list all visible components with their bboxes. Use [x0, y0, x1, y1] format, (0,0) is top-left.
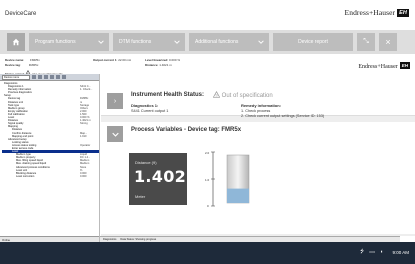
program-functions-menu[interactable]: Program functions	[29, 33, 109, 51]
output-current-field: Output current 1: 22.00 mA	[93, 58, 132, 62]
chevron-down-icon	[111, 132, 119, 137]
chevron-right-icon: ›	[113, 97, 117, 105]
output-current-label: Output current 1	[93, 58, 117, 62]
toolbar-icon[interactable]	[50, 75, 54, 79]
health-status-value: S Out of specification	[213, 91, 273, 99]
tree-item-label: Level correction	[16, 174, 35, 178]
remedy-step-2: 2. Check current output settings (Servic…	[241, 114, 325, 118]
tank-level-graphic	[226, 154, 250, 204]
menu-selector[interactable]: Device menu	[2, 74, 30, 80]
brand-name: Endress+Hauser	[344, 8, 396, 17]
app-title: DeviceCare	[5, 11, 37, 17]
home-icon	[12, 38, 20, 46]
close-button[interactable]: ×	[379, 33, 397, 51]
distance-value: 1.4021 m	[159, 63, 172, 67]
device-name-field: Device name: FMR5x	[5, 58, 40, 62]
distance-tile: Distance (9) 1.4021 Meter	[129, 153, 197, 205]
diagnostics-value: S441 Current output 1	[131, 109, 169, 113]
system-taskbar: ⭍ ▭ ◖ 9:00 AM	[0, 242, 415, 264]
tree-item[interactable]: Level correction 0.000	[2, 175, 99, 178]
gauge-mid-label: 1.0	[205, 178, 210, 182]
process-variables-title: Process Variables - Device tag: FMR5x	[131, 127, 242, 133]
level-linearized-field: Level linearized: 0.000 %	[145, 58, 181, 62]
tile-unit: Meter	[135, 194, 146, 199]
toolbar-icon[interactable]	[38, 75, 42, 79]
collapse-process-button[interactable]	[107, 126, 123, 142]
remedy-step-1: 1. Check process	[241, 109, 271, 113]
additional-functions-label: Additional functions	[195, 39, 239, 45]
data-status-text: Data Status: Showing progress	[120, 238, 157, 241]
toolbar-icon[interactable]	[56, 75, 60, 79]
parameter-tree: Diagnostics Diagnostics 1 S441 C... Remedy …	[0, 81, 99, 178]
dtm-functions-label: DTM functions	[119, 39, 152, 45]
expand-button[interactable]: ⤡	[357, 33, 375, 51]
expand-icon: ⤡	[363, 38, 369, 45]
warning-triangle-icon: S	[213, 91, 220, 98]
menu-bar: Program functions DTM functions Addition…	[0, 30, 415, 54]
tile-value: 1.4021	[134, 167, 198, 186]
level-gauge: 2.0 1.0 0	[205, 151, 215, 208]
device-tag-field: Device tag: FMR5x	[5, 63, 39, 67]
device-report-button[interactable]: Device report	[273, 33, 353, 51]
distance-label: Distance	[145, 63, 158, 67]
tank-fill	[227, 188, 249, 203]
brand-mark: EH	[399, 62, 410, 69]
tray-icons: ⭍ ▭ ◖	[360, 249, 385, 257]
toolbar-icon[interactable]	[62, 75, 66, 79]
main-content: › Instrument Health Status: S Out of spe…	[101, 88, 415, 236]
level-linearized-label: Level linearized	[145, 58, 168, 62]
panel-toolbar: Device menu	[0, 74, 99, 81]
gauge-max-label: 2.0	[205, 151, 210, 155]
program-functions-label: Program functions	[35, 39, 76, 45]
battery-icon[interactable]: ▭	[370, 249, 377, 255]
chevron-down-icon	[258, 40, 264, 44]
process-variables-section: Process Variables - Device tag: FMR5x Di…	[101, 122, 415, 234]
gauge-min-label: 0	[207, 204, 209, 208]
health-status-section: › Instrument Health Status: S Out of spe…	[101, 88, 415, 118]
tree-item-value: 0.000	[80, 174, 87, 178]
device-tag-value: FMR5x	[28, 63, 39, 67]
volume-icon[interactable]: ◖	[380, 249, 385, 255]
clock: 9:00 AM	[392, 250, 409, 255]
brand-name: Endress+Hauser	[358, 64, 398, 70]
device-name-label: Device name	[5, 58, 24, 62]
expand-health-button[interactable]: ›	[107, 93, 123, 109]
device-report-label: Device report	[298, 39, 328, 45]
app-header: DeviceCare Endress+Hauser EH	[0, 0, 415, 26]
toolbar-icon[interactable]	[44, 75, 48, 79]
home-button[interactable]	[7, 33, 25, 51]
distance-field: Distance: 1.4021 m	[145, 63, 172, 67]
chevron-down-icon	[174, 40, 180, 44]
brand-mark: EH	[397, 9, 409, 17]
tile-label: Distance (9)	[135, 160, 157, 165]
level-linearized-value: 0.000 %	[169, 58, 181, 62]
health-status-title: Instrument Health Status:	[131, 92, 205, 98]
health-status-text: Out of specification	[221, 93, 273, 99]
output-current-value: 22.00 mA	[118, 58, 132, 62]
diagnostics-tab[interactable]: Diagnostics	[103, 238, 116, 241]
device-menu-panel: Device menu Diagnostics Diagnostics 1 S441…	[0, 74, 100, 244]
toolbar-icon[interactable]	[32, 75, 36, 79]
device-name-value: FMR5x	[30, 58, 40, 62]
device-tag-label: Device tag	[5, 63, 21, 67]
close-icon: ×	[385, 37, 391, 47]
chevron-down-icon	[98, 40, 104, 44]
brand-logo-small: Endress+Hauser EH	[358, 62, 410, 70]
brand-logo: Endress+Hauser EH	[345, 8, 409, 17]
additional-functions-menu[interactable]: Additional functions	[189, 33, 269, 51]
dtm-functions-menu[interactable]: DTM functions	[113, 33, 185, 51]
diagnostics-label: Diagnostics 1:	[131, 103, 159, 108]
remedy-label: Remedy information:	[241, 103, 282, 108]
usb-icon[interactable]: ⭍	[360, 249, 366, 255]
